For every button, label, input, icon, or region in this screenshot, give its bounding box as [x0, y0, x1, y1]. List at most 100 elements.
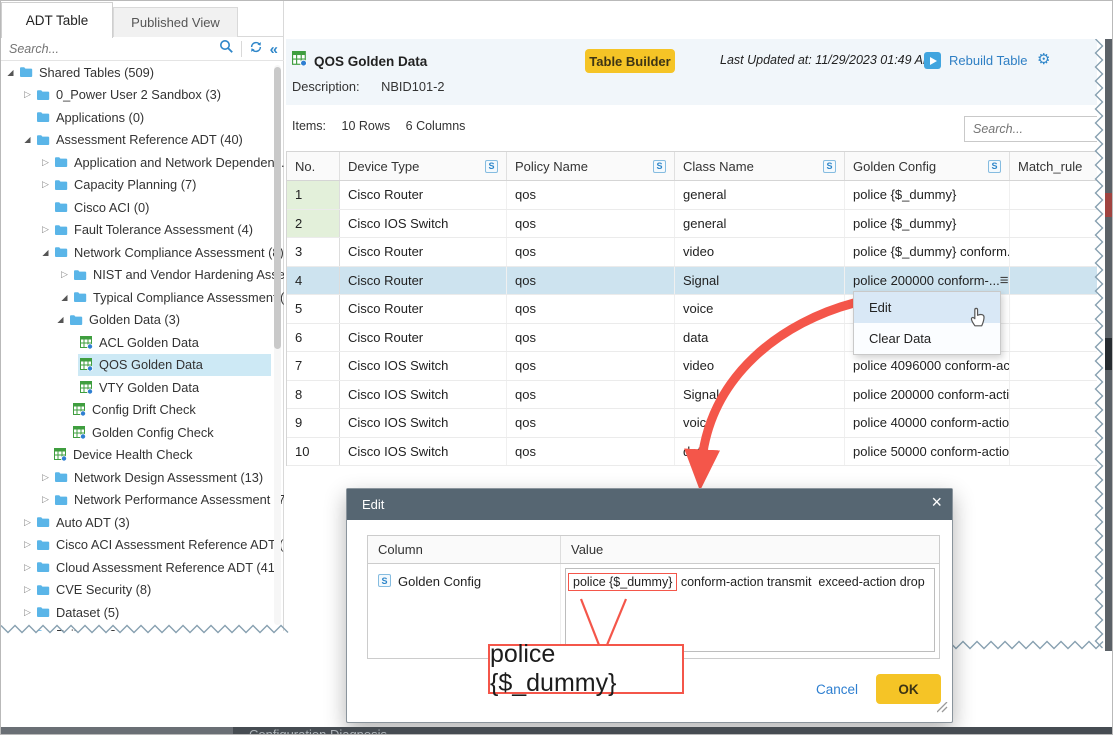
tree-item-golden-config-check[interactable]: Golden Config Check — [1, 421, 284, 444]
sort-icon[interactable]: S — [485, 160, 498, 173]
tree-item-cisco-aci-0[interactable]: Cisco ACI (0) — [1, 196, 284, 219]
tree-collapsed-icon[interactable]: ▷ — [39, 472, 52, 483]
cell-match-rule[interactable] — [1010, 210, 1105, 238]
tree-item-cve-security-8[interactable]: ▷CVE Security (8) — [1, 579, 284, 602]
tree-collapsed-icon[interactable]: ▷ — [39, 494, 52, 505]
cell-golden-config[interactable]: police 200000 conform-...≡ — [845, 267, 1010, 295]
table-search-input[interactable] — [965, 122, 1097, 136]
cell-no[interactable]: 6 — [287, 324, 340, 352]
cell-no[interactable]: 9 — [287, 409, 340, 437]
table-row[interactable]: 3Cisco Routerqosvideopolice {$_dummy} co… — [287, 238, 1105, 267]
cell-class-name[interactable]: video — [675, 352, 845, 380]
tree-item-typical-compliance-assessment-5[interactable]: ◢Typical Compliance Assessment (5) — [1, 286, 284, 309]
cell-class-name[interactable]: data — [675, 324, 845, 352]
tree-item-network-compliance-assessment-8[interactable]: ◢Network Compliance Assessment (8) — [1, 241, 284, 264]
tab-adt-table[interactable]: ADT Table — [1, 2, 113, 38]
col-header-policy-name[interactable]: Policy NameS — [507, 152, 675, 180]
tree-collapsed-icon[interactable]: ▷ — [21, 517, 34, 528]
cell-class-name[interactable]: voice — [675, 295, 845, 323]
cell-device-type[interactable]: Cisco IOS Switch — [340, 352, 507, 380]
cell-golden-config[interactable]: police 200000 conform-acti... — [845, 381, 1010, 409]
cell-device-type[interactable]: Cisco IOS Switch — [340, 210, 507, 238]
cell-match-rule[interactable] — [1010, 352, 1105, 380]
col-header-class-name[interactable]: Class NameS — [675, 152, 845, 180]
table-row[interactable]: 1Cisco Routerqosgeneralpolice {$_dummy} — [287, 181, 1105, 210]
cell-policy-name[interactable]: qos — [507, 295, 675, 323]
cell-device-type[interactable]: Cisco IOS Switch — [340, 381, 507, 409]
cell-match-rule[interactable] — [1010, 381, 1105, 409]
cell-match-rule[interactable] — [1010, 409, 1105, 437]
cell-device-type[interactable]: Cisco Router — [340, 267, 507, 295]
cell-policy-name[interactable]: qos — [507, 210, 675, 238]
tree-collapsed-icon[interactable]: ▷ — [21, 584, 34, 595]
cell-class-name[interactable]: general — [675, 210, 845, 238]
cell-class-name[interactable]: video — [675, 238, 845, 266]
tree-item-shared-tables-509[interactable]: ◢Shared Tables (509) — [1, 61, 284, 84]
tree-expanded-icon[interactable]: ◢ — [4, 68, 17, 77]
tree-collapsed-icon[interactable]: ▷ — [21, 562, 34, 573]
cell-device-type[interactable]: Cisco Router — [340, 181, 507, 209]
tree-collapsed-icon[interactable]: ▷ — [39, 224, 52, 235]
dialog-titlebar[interactable]: Edit × — [347, 489, 952, 520]
tree-item-acl-golden-data[interactable]: ACL Golden Data — [1, 331, 284, 354]
cell-class-name[interactable]: data — [675, 438, 845, 466]
search-icon[interactable] — [219, 39, 234, 59]
cell-policy-name[interactable]: qos — [507, 238, 675, 266]
table-row[interactable]: 10Cisco IOS Switchqosdatapolice 50000 co… — [287, 438, 1105, 467]
cell-match-rule[interactable] — [1010, 295, 1105, 323]
cell-no[interactable]: 2 — [287, 210, 340, 238]
ok-button[interactable]: OK — [876, 674, 941, 704]
tree-collapsed-icon[interactable]: ▷ — [58, 269, 71, 280]
cell-device-type[interactable]: Cisco Router — [340, 295, 507, 323]
tree-item-config-drift-check[interactable]: Config Drift Check — [1, 399, 284, 422]
col-header-match-rule[interactable]: Match_rule — [1010, 152, 1105, 180]
tree-item-network-performance-assessment-7[interactable]: ▷Network Performance Assessment (7) — [1, 489, 284, 512]
tree-item-auto-adt-3[interactable]: ▷Auto ADT (3) — [1, 511, 284, 534]
tree-expanded-icon[interactable]: ◢ — [21, 135, 34, 144]
cell-no[interactable]: 8 — [287, 381, 340, 409]
tree-item-application-and-network-dependenc[interactable]: ▷Application and Network Dependenc... — [1, 151, 284, 174]
collapse-panel-icon[interactable]: « — [270, 42, 278, 57]
sort-icon[interactable]: S — [988, 160, 1001, 173]
col-header-golden-config[interactable]: Golden ConfigS — [845, 152, 1010, 180]
table-row[interactable]: 9Cisco IOS Switchqosvoicepolice 40000 co… — [287, 409, 1105, 438]
tree-item-0-power-user-2-sandbox-3[interactable]: ▷0_Power User 2 Sandbox (3) — [1, 84, 284, 107]
tree-item-applications-0[interactable]: Applications (0) — [1, 106, 284, 129]
cell-device-type[interactable]: Cisco IOS Switch — [340, 438, 507, 466]
scrollbar-thumb[interactable] — [274, 67, 281, 349]
tree-collapsed-icon[interactable]: ▷ — [39, 179, 52, 190]
col-header-device-type[interactable]: Device TypeS — [340, 152, 507, 180]
sidebar-scrollbar[interactable] — [274, 65, 281, 625]
cell-policy-name[interactable]: qos — [507, 409, 675, 437]
tree-item-fault-tolerance-assessment-4[interactable]: ▷Fault Tolerance Assessment (4) — [1, 219, 284, 242]
tree-item-dataset-5[interactable]: ▷Dataset (5) — [1, 601, 284, 624]
cell-no[interactable]: 4 — [287, 267, 340, 295]
cell-golden-config[interactable]: police 4096000 conform-ac... — [845, 352, 1010, 380]
table-row[interactable]: 7Cisco IOS Switchqosvideopolice 4096000 … — [287, 352, 1105, 381]
run-icon[interactable] — [924, 52, 941, 69]
table-row[interactable]: 2Cisco IOS Switchqosgeneralpolice {$_dum… — [287, 210, 1105, 239]
tree-collapsed-icon[interactable]: ▷ — [21, 607, 34, 618]
cell-class-name[interactable]: Signal — [675, 381, 845, 409]
tree-collapsed-icon[interactable]: ▷ — [21, 539, 34, 550]
cell-golden-config[interactable]: police {$_dummy} — [845, 210, 1010, 238]
cell-match-rule[interactable] — [1010, 181, 1105, 209]
cell-match-rule[interactable] — [1010, 267, 1105, 295]
cell-device-type[interactable]: Cisco Router — [340, 238, 507, 266]
resize-handle-icon[interactable] — [937, 700, 948, 718]
tree-item-assessment-reference-adt-40[interactable]: ◢Assessment Reference ADT (40) — [1, 129, 284, 152]
cancel-button[interactable]: Cancel — [816, 682, 858, 697]
cell-class-name[interactable]: Signal — [675, 267, 845, 295]
cell-no[interactable]: 10 — [287, 438, 340, 466]
row-menu-icon[interactable]: ≡ — [1000, 273, 1009, 288]
tree-item-cloud-assessment-reference-adt-41[interactable]: ▷Cloud Assessment Reference ADT (41) — [1, 556, 284, 579]
table-builder-button[interactable]: Table Builder — [585, 49, 675, 73]
rebuild-table-button[interactable]: Rebuild Table — [949, 53, 1028, 68]
cell-policy-name[interactable]: qos — [507, 381, 675, 409]
tree-expanded-icon[interactable]: ◢ — [39, 248, 52, 257]
tree-expanded-icon[interactable]: ◢ — [54, 315, 67, 324]
tab-published-view[interactable]: Published View — [113, 7, 238, 37]
tree-item-cisco-aci-assessment-reference-adt-23[interactable]: ▷Cisco ACI Assessment Reference ADT (23) — [1, 534, 284, 557]
tree-collapsed-icon[interactable]: ▷ — [21, 89, 34, 100]
cell-no[interactable]: 1 — [287, 181, 340, 209]
